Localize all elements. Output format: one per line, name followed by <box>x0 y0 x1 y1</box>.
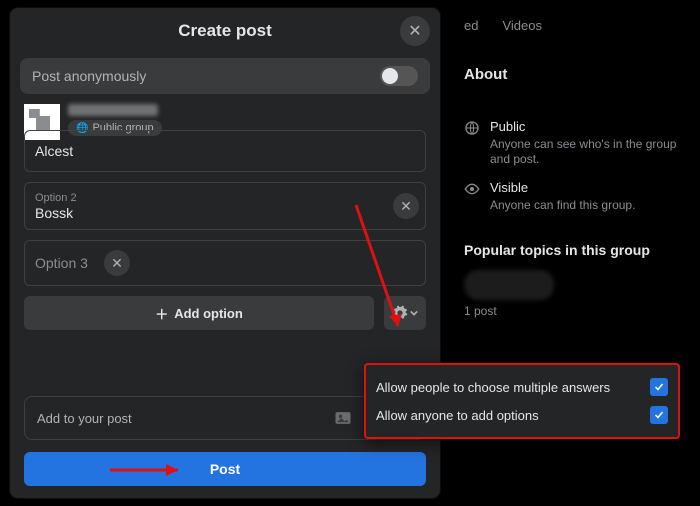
tab-videos[interactable]: Videos <box>502 18 542 33</box>
check-icon <box>653 381 665 393</box>
globe-icon <box>464 120 480 136</box>
poll-settings-popup: Allow people to choose multiple answers … <box>364 363 680 439</box>
author-name <box>68 104 158 116</box>
remove-option-button[interactable]: ✕ <box>393 193 419 219</box>
photo-icon[interactable] <box>333 408 353 428</box>
allow-add-options-checkbox[interactable] <box>650 406 668 424</box>
anonymous-row: Post anonymously <box>20 58 430 94</box>
allow-multiple-label: Allow people to choose multiple answers <box>376 380 610 395</box>
privacy-public-title: Public <box>490 119 690 134</box>
close-icon: ✕ <box>111 255 123 272</box>
anonymous-label: Post anonymously <box>32 68 146 84</box>
poll-settings-button[interactable] <box>384 296 426 330</box>
allow-multiple-checkbox[interactable] <box>650 378 668 396</box>
anonymous-toggle[interactable] <box>380 66 418 86</box>
tab-fragment[interactable]: ed <box>464 18 478 33</box>
gear-icon <box>392 305 408 321</box>
check-icon <box>653 409 665 421</box>
allow-add-options-label: Allow anyone to add options <box>376 408 539 423</box>
topic-post-count: 1 post <box>464 304 690 318</box>
topic-chip[interactable] <box>464 270 554 300</box>
attach-label: Add to your post <box>37 411 132 426</box>
remove-option-button[interactable]: ✕ <box>104 250 130 276</box>
poll-option-3[interactable]: Option 3 ✕ <box>24 240 426 286</box>
poll-option-value[interactable]: Bossk <box>35 205 377 221</box>
visibility-desc: Anyone can find this group. <box>490 198 635 212</box>
privacy-public-desc: Anyone can see who's in the group and po… <box>490 137 676 166</box>
plus-icon: ＋ <box>155 304 168 323</box>
poll-option-value[interactable]: Alcest <box>35 143 415 159</box>
post-button[interactable]: Post <box>24 452 426 486</box>
about-heading: About <box>464 66 690 83</box>
add-option-button[interactable]: ＋ Add option <box>24 296 374 330</box>
close-icon: ✕ <box>408 21 421 41</box>
close-icon: ✕ <box>400 198 412 215</box>
post-button-label: Post <box>210 461 240 477</box>
poll-option-placeholder[interactable]: Option 3 <box>25 241 98 285</box>
popular-topics-heading: Popular topics in this group <box>464 242 690 258</box>
close-button[interactable]: ✕ <box>400 16 430 46</box>
add-option-label: Add option <box>174 306 243 321</box>
visibility-title: Visible <box>490 180 635 195</box>
poll-option-2[interactable]: Option 2 Bossk ✕ <box>24 182 426 230</box>
poll-option-1[interactable]: Alcest <box>24 130 426 172</box>
chevron-down-icon <box>410 309 418 317</box>
eye-icon <box>464 181 480 197</box>
modal-title: Create post <box>178 21 272 41</box>
poll-option-label: Option 2 <box>35 191 377 205</box>
